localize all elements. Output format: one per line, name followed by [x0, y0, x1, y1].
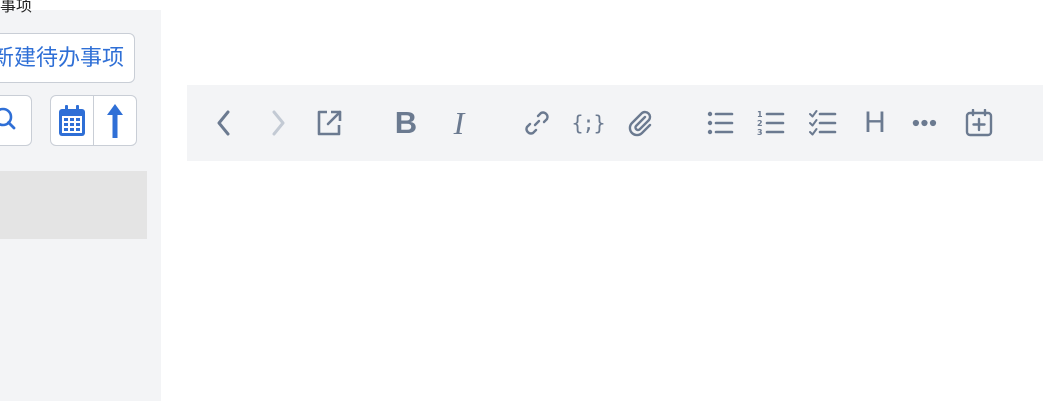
calendar-plus-icon: [965, 109, 993, 137]
chevron-right-icon: [272, 110, 285, 136]
link-button[interactable]: [523, 109, 551, 137]
numbered-list-button[interactable]: 1 2 3: [757, 109, 785, 137]
page: 事项 新建待办事项 B I {;} 1 2 3 H: [0, 0, 1043, 401]
search-button[interactable]: [0, 95, 32, 146]
checklist-button[interactable]: [809, 109, 837, 137]
heading-button[interactable]: H: [861, 108, 889, 138]
add-date-button[interactable]: [965, 109, 993, 137]
calendar-icon: [59, 104, 85, 136]
more-button[interactable]: [912, 109, 940, 137]
more-horizontal-icon: [912, 119, 937, 127]
open-external-button[interactable]: [315, 109, 343, 137]
attach-button[interactable]: [627, 109, 655, 137]
bullet-list-icon: [707, 111, 734, 135]
italic-button[interactable]: I: [445, 107, 473, 139]
forward-button[interactable]: [264, 109, 292, 137]
code-block-button[interactable]: {;}: [571, 109, 605, 137]
arrow-up-icon: [107, 103, 123, 138]
editor-toolbar: B I {;} 1 2 3 H: [187, 85, 1043, 161]
search-icon: [0, 107, 16, 130]
bullet-list-button[interactable]: [706, 109, 734, 137]
todo-sidebar: 事项 新建待办事项: [0, 0, 161, 401]
paperclip-icon: [628, 110, 652, 137]
calendar-sort-group: [50, 95, 137, 146]
chevron-left-icon: [217, 110, 230, 136]
numbered-list-icon: 1 2 3: [757, 110, 785, 137]
svg-text:2: 2: [757, 119, 763, 128]
sidebar-title: 事项: [0, 0, 33, 15]
new-todo-button[interactable]: 新建待办事项: [0, 33, 135, 83]
bold-button[interactable]: B: [392, 107, 420, 138]
link-icon: [525, 111, 549, 135]
calendar-button[interactable]: [51, 96, 93, 145]
external-link-icon: [317, 110, 342, 136]
svg-text:3: 3: [757, 128, 763, 137]
selected-list-item[interactable]: [0, 171, 147, 239]
checklist-icon: [809, 110, 837, 136]
back-button[interactable]: [210, 109, 238, 137]
sort-button[interactable]: [93, 96, 136, 145]
svg-text:1: 1: [757, 110, 763, 119]
